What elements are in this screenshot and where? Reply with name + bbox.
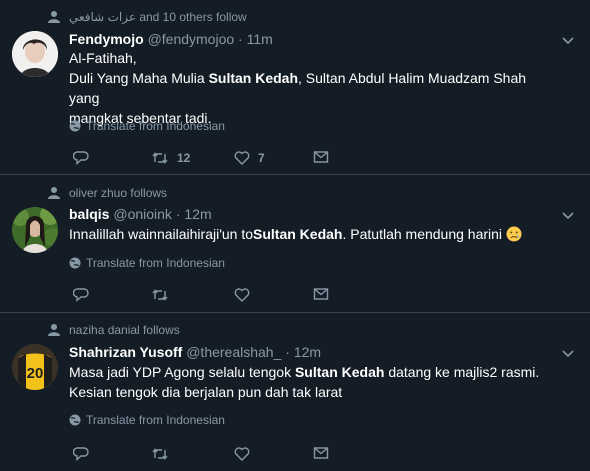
person-icon [48,11,60,23]
social-context: عزات شافعي and 10 others follow [48,10,247,24]
username[interactable]: @fendymojoo [148,31,235,47]
translate-label: Translate from Indonesian [86,413,225,427]
chevron-down-icon[interactable] [562,212,574,220]
tweet-text-line: Masa jadi YDP Agong selalu tengok Sultan… [69,364,540,380]
reply-button[interactable] [73,150,97,166]
avatar-image [12,207,58,253]
reply-button[interactable] [73,287,97,303]
tweet-text: Innalillah wainnailaihiraji'un to Sultan… [69,224,559,244]
reply-icon [73,151,89,166]
heart-icon [234,447,250,461]
globe-icon [69,257,81,269]
avatar-image [12,31,58,77]
reply-button[interactable] [73,446,97,462]
tweet-text-line: Duli Yang Maha Mulia Sultan Kedah, Sulta… [69,70,527,106]
username[interactable]: @therealshah_ [186,344,281,360]
tweet-text-line: Kesian tengok dia berjalan pun dah tak l… [69,384,343,400]
avatar[interactable] [12,207,58,253]
timeline: عزات شافعي and 10 others follow Fendymoj… [0,0,590,471]
retweet-button[interactable] [151,446,177,462]
tweet-text-line: Innalillah wainnailaihiraji'un to Sultan… [69,224,559,244]
social-context-text: عزات شافعي and 10 others follow [69,10,247,24]
heart-icon [234,288,250,302]
hashtag-highlight: Sultan Kedah [253,226,343,242]
chevron-down-icon[interactable] [562,350,574,358]
retweet-icon [152,289,168,301]
timestamp[interactable]: 12m [184,206,211,222]
translate-link[interactable]: Translate from Indonesian [69,119,225,133]
like-count: 7 [258,151,265,165]
social-context-text: naziha danial follows [69,323,180,337]
timestamp[interactable]: 12m [294,344,321,360]
hashtag-highlight: Sultan Kedah [208,70,299,86]
jersey-number: 20 [27,365,44,382]
social-context-text: oliver zhuo follows [69,186,168,200]
retweet-button[interactable]: 12 [151,150,190,166]
separator-dot: · [285,344,290,360]
like-button[interactable]: 7 [234,150,265,166]
retweet-count: 12 [177,151,191,165]
tweet[interactable]: naziha danial follows 20 Shahrizan Yusof… [0,313,590,471]
sad-face-emoji-icon [506,226,522,242]
envelope-icon [313,151,329,163]
display-name[interactable]: Fendymojo [69,31,144,47]
like-button[interactable] [234,446,258,462]
username[interactable]: @onioink [113,206,172,222]
reply-icon [73,288,89,303]
globe-icon [69,120,81,132]
envelope-icon [313,288,329,300]
envelope-icon [313,447,329,459]
retweet-button[interactable] [151,287,177,303]
direct-message-button[interactable] [313,446,337,460]
globe-icon [69,414,81,426]
retweet-icon [152,152,168,164]
tweet-actions [73,287,373,303]
tweet-header: balqis @onioink · 12m [69,206,212,222]
retweet-icon [152,448,168,460]
tweet-header: Fendymojo @fendymojoo · 11m [69,31,273,47]
person-icon [48,324,60,336]
tweet-text: Masa jadi YDP Agong selalu tengok Sultan… [69,362,559,402]
timestamp[interactable]: 11m [247,31,273,47]
tweet[interactable]: عزات شافعي and 10 others follow Fendymoj… [0,0,590,175]
translate-label: Translate from Indonesian [86,119,225,133]
reply-icon [73,447,89,462]
translate-label: Translate from Indonesian [86,256,225,270]
person-icon [48,187,60,199]
social-context: oliver zhuo follows [48,186,168,200]
heart-icon [234,151,250,165]
tweet-text: Al-Fatihah, Duli Yang Maha Mulia Sultan … [69,48,559,128]
hashtag-highlight: Sultan Kedah [294,364,385,380]
avatar[interactable]: 20 [12,344,58,390]
direct-message-button[interactable] [313,150,337,164]
like-button[interactable] [234,287,258,303]
direct-message-button[interactable] [313,287,337,301]
display-name[interactable]: Shahrizan Yusoff [69,344,182,360]
display-name[interactable]: balqis [69,206,109,222]
tweet[interactable]: oliver zhuo follows balqis @onioink · 12… [0,175,590,313]
chevron-down-icon[interactable] [562,37,574,45]
avatar-image: 20 [12,344,58,390]
tweet-text-line: Al-Fatihah, [69,50,137,66]
separator-dot: · [238,31,243,47]
tweet-actions [73,446,373,462]
tweet-actions: 12 7 [73,150,373,166]
tweet-header: Shahrizan Yusoff @therealshah_ · 12m [69,344,321,360]
avatar[interactable] [12,31,58,77]
social-context: naziha danial follows [48,323,180,337]
translate-link[interactable]: Translate from Indonesian [69,413,225,427]
separator-dot: · [175,206,181,222]
translate-link[interactable]: Translate from Indonesian [69,256,225,270]
